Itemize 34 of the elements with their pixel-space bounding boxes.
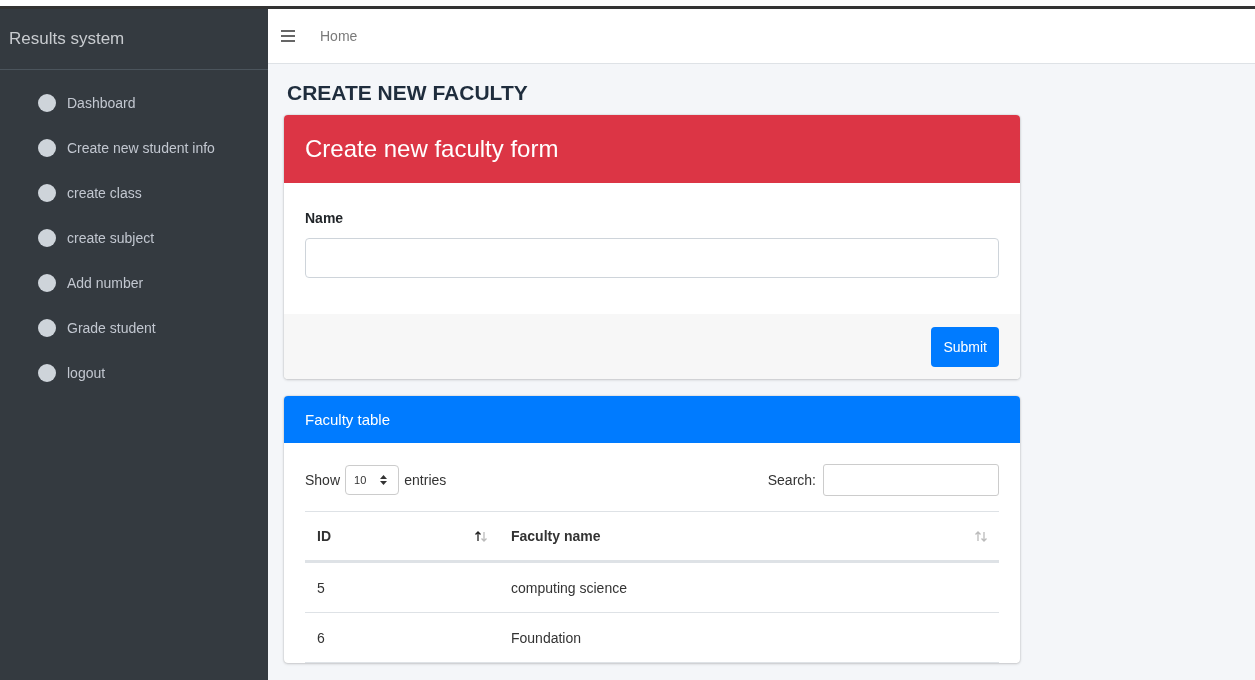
circle-icon xyxy=(38,228,56,247)
page-size-select[interactable]: 10 xyxy=(345,465,400,495)
card-title: Create new faculty form xyxy=(305,135,559,163)
sidebar-item[interactable]: Grade student xyxy=(0,305,268,350)
card-title: Faculty table xyxy=(305,411,391,428)
table-cell: 5 xyxy=(305,561,499,613)
home-link[interactable]: Home xyxy=(320,28,358,44)
circle-icon xyxy=(38,318,56,337)
sidebar-item[interactable]: create subject xyxy=(0,215,268,260)
sidebar-item[interactable]: create class xyxy=(0,170,268,215)
table-cell: Foundation xyxy=(499,612,999,663)
sidebar-item[interactable]: Dashboard xyxy=(0,80,268,125)
submit-button[interactable]: Submit xyxy=(931,326,999,367)
column-header[interactable]: Faculty name xyxy=(499,512,999,562)
table-cell: 6 xyxy=(305,612,499,663)
sidebar-item[interactable]: Add number xyxy=(0,260,268,305)
search-label: Search: xyxy=(767,472,816,488)
show-label: Show xyxy=(305,472,341,488)
search-field[interactable] xyxy=(823,464,999,496)
page-title: CREATE NEW FACULTY xyxy=(286,80,529,106)
column-header[interactable]: ID xyxy=(305,512,499,562)
table-cell: computing science xyxy=(499,561,999,613)
circle-icon xyxy=(38,93,56,112)
circle-icon xyxy=(38,183,56,202)
sidebar-item[interactable]: logout xyxy=(0,350,268,395)
name-input-field[interactable] xyxy=(305,238,999,278)
circle-icon xyxy=(38,363,56,382)
sidebar-item[interactable]: Create new student info xyxy=(0,125,268,170)
circle-icon xyxy=(38,273,56,292)
entries-label: entries xyxy=(404,472,447,488)
up-down-caret-icon xyxy=(380,475,388,485)
menu-icon[interactable] xyxy=(281,30,295,42)
field-label: Name xyxy=(305,210,345,226)
circle-icon xyxy=(38,138,56,157)
